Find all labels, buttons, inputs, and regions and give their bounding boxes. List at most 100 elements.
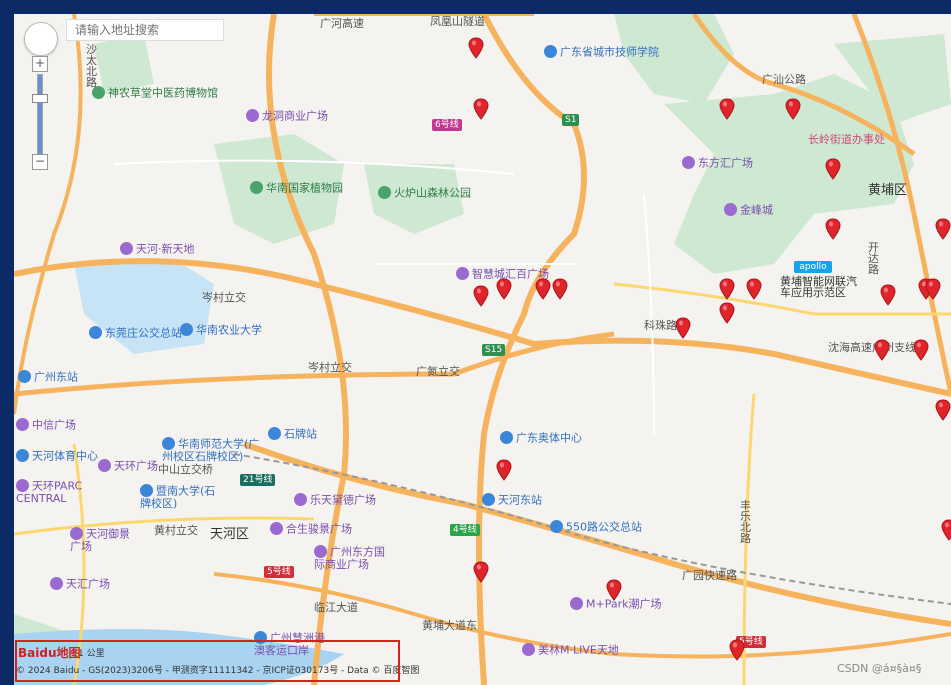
map-pin-marker[interactable] [606,579,622,601]
apollo-badge: apollo [794,261,832,273]
road-label: 沙太北路 [86,43,97,89]
map-pin-marker[interactable] [925,278,941,300]
road-label: 岑村立交 [308,361,352,374]
shopping-icon [682,156,695,169]
shopping-icon [16,418,29,431]
window-left-border [0,0,14,685]
shopping-icon [314,545,327,558]
poi-label: 华南农业大学 [180,323,262,337]
map-pin-marker[interactable] [941,519,951,541]
map-pin-marker[interactable] [729,639,745,661]
map-pin-marker[interactable] [535,278,551,300]
shopping-icon [570,597,583,610]
road-label: 广氮立交 [416,365,460,378]
zoom-slider-handle[interactable] [32,94,48,103]
poi-label: 龙洞商业广场 [246,109,328,123]
poi-label: 华南国家植物园 [250,181,343,195]
map-pin-marker[interactable] [785,98,801,120]
map-pin-marker[interactable] [496,278,512,300]
map-pin-marker[interactable] [874,339,890,361]
poi-label: 华南师范大学(广州校区石牌校区) [162,437,260,463]
road-label: 广园快速路 [682,569,737,582]
map-pin-marker[interactable] [719,278,735,300]
park-icon [378,186,391,199]
pan-control[interactable] [24,22,58,56]
shopping-icon [70,527,83,540]
metro-icon [268,427,281,440]
map-pin-marker[interactable] [935,218,951,240]
school-icon [180,323,193,336]
poi-label: 东莞庄公交总站 [89,326,182,340]
poi-label: 美林M·LIVE天地 [522,643,619,657]
metro-line-badge: 5号线 [264,566,294,578]
metro-line-badge: 4号线 [450,524,480,536]
road [643,193,655,435]
window-top-border [0,0,951,14]
poi-label: 石牌站 [268,427,317,441]
poi-label: 长岭街道办事处 [808,133,885,146]
station-icon [18,370,31,383]
school-icon [162,437,175,450]
map-pin-marker[interactable] [746,278,762,300]
poi-label: 天环广场 [98,459,158,473]
map-pin-marker[interactable] [880,284,896,306]
bus-icon [550,520,563,533]
shopping-icon [16,479,29,492]
road-label: 中山立交桥 [158,463,213,476]
map-pin-marker[interactable] [473,561,489,583]
shopping-icon [456,267,469,280]
poi-label: 天河御景广场 [70,527,130,553]
poi-label: 乐天黛德广场 [294,493,376,507]
map-pin-marker[interactable] [675,317,691,339]
poi-label: 天河·新天地 [120,242,195,256]
highlight-box [15,640,400,682]
map-pin-marker[interactable] [496,459,512,481]
poi-label: 金峰城 [724,203,773,217]
stadium-icon [500,431,513,444]
metro-line-badge: S15 [482,344,506,356]
map-pin-marker[interactable] [473,98,489,120]
poi-label: 广东奥体中心 [500,431,582,445]
zoom-slider-track[interactable] [37,74,43,156]
zoom-in-button[interactable]: + [32,56,48,72]
csdn-watermark: CSDN @á¤§à¤§ [837,662,922,675]
shopping-icon [522,643,535,656]
shopping-icon [294,493,307,506]
road-label: 临江大道 [314,601,358,614]
poi-label: 暨南大学(石牌校区) [140,484,216,510]
road-label: 凤凰山隧道 [430,15,485,28]
map-canvas[interactable]: 凤凰山隧道 广河高速 广东省城市技师学院 广汕公路 龙洞商业广场 神农草堂中医药… [14,14,951,685]
road-label: 广汕公路 [762,73,806,86]
map-pin-marker[interactable] [468,37,484,59]
map-pin-marker[interactable] [913,339,929,361]
metro-line-badge: S1 [562,114,580,126]
address-search-input[interactable] [66,19,224,41]
park-icon [250,181,263,194]
poi-label: 广州东站 [18,370,78,384]
map-pin-marker[interactable] [825,158,841,180]
shopping-icon [724,203,737,216]
zoom-control: + − [32,56,48,170]
zoom-out-button[interactable]: − [32,154,48,170]
road-label: 黄村立交 [154,524,198,537]
poi-label: 广东省城市技师学院 [544,45,659,59]
road-label: 丰乐北路 [740,499,751,545]
map-pin-marker[interactable] [552,278,568,300]
map-pin-marker[interactable] [719,98,735,120]
poi-label: 550路公交总站 [550,520,642,534]
shopping-icon [50,577,63,590]
district-label: 黄埔区 [868,183,908,198]
map-pin-marker[interactable] [473,285,489,307]
school-icon [544,45,557,58]
road-label: 沈海高速广州支线 [828,341,916,354]
poi-label: 神农草堂中医药博物馆 [92,86,218,100]
map-pin-marker[interactable] [719,302,735,324]
map-pin-marker[interactable] [935,399,951,421]
road-label: 黄埔大道东 [422,619,477,632]
poi-label: 天河体育中心 [16,449,98,463]
bus-icon [89,326,102,339]
road-label: 岑村立交 [202,291,246,304]
metro-line-badge: 6号线 [432,119,462,131]
station-icon [482,493,495,506]
map-pin-marker[interactable] [825,218,841,240]
